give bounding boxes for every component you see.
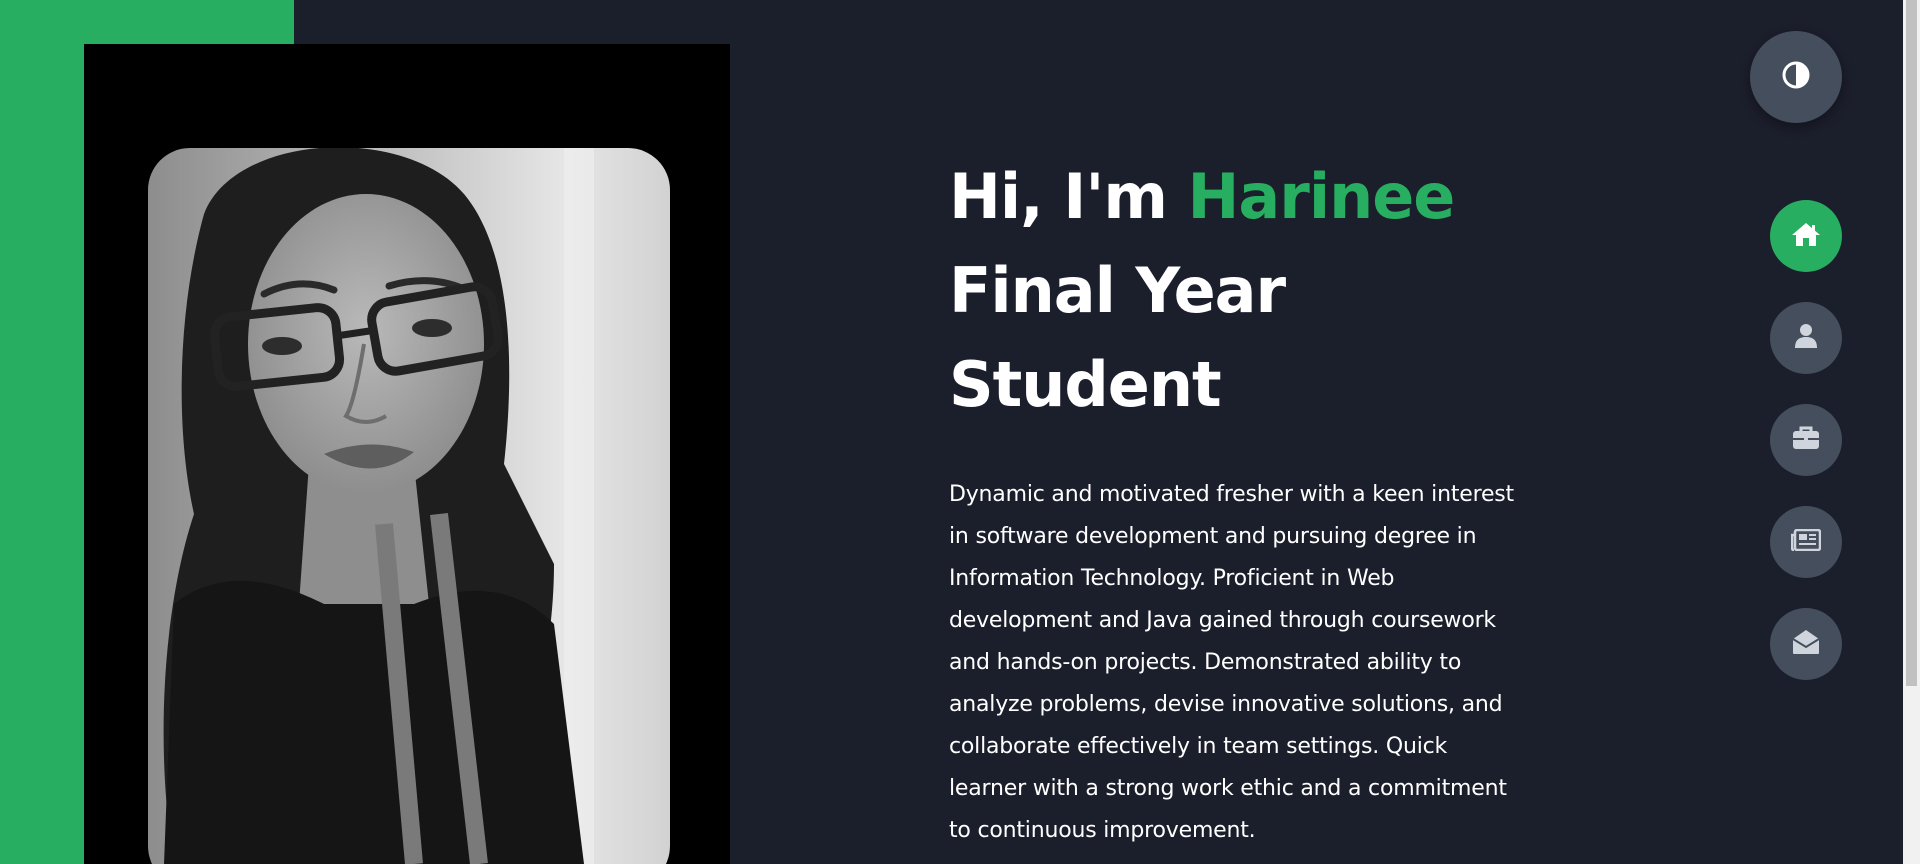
page-scrollbar[interactable]	[1903, 0, 1920, 864]
envelope-open-icon	[1792, 629, 1820, 659]
greeting-text: Hi, I'm	[949, 160, 1188, 233]
hero-heading: Hi, I'm Harinee Final Year Student	[949, 150, 1549, 432]
page: Hi, I'm Harinee Final Year Student Dynam…	[0, 0, 1920, 864]
contrast-icon	[1781, 60, 1811, 94]
newspaper-icon	[1790, 528, 1822, 555]
role-line-2: Student	[949, 348, 1222, 421]
user-icon	[1794, 323, 1818, 353]
home-icon	[1791, 221, 1821, 251]
hero-section: Hi, I'm Harinee Final Year Student Dynam…	[949, 150, 1549, 852]
nav-contact-button[interactable]	[1770, 608, 1842, 680]
name-text: Harinee	[1187, 160, 1456, 233]
nav-portfolio-button[interactable]	[1770, 404, 1842, 476]
bio-text: Dynamic and motivated fresher with a kee…	[949, 482, 1514, 843]
theme-toggle-button[interactable]	[1750, 31, 1842, 123]
nav-home-button[interactable]	[1770, 200, 1842, 272]
side-nav	[1770, 200, 1842, 710]
nav-about-button[interactable]	[1770, 302, 1842, 374]
scrollbar-thumb[interactable]	[1906, 0, 1917, 686]
role-line-1: Final Year	[949, 254, 1286, 327]
briefcase-icon	[1792, 426, 1820, 454]
profile-photo	[84, 44, 730, 864]
nav-blog-button[interactable]	[1770, 506, 1842, 578]
